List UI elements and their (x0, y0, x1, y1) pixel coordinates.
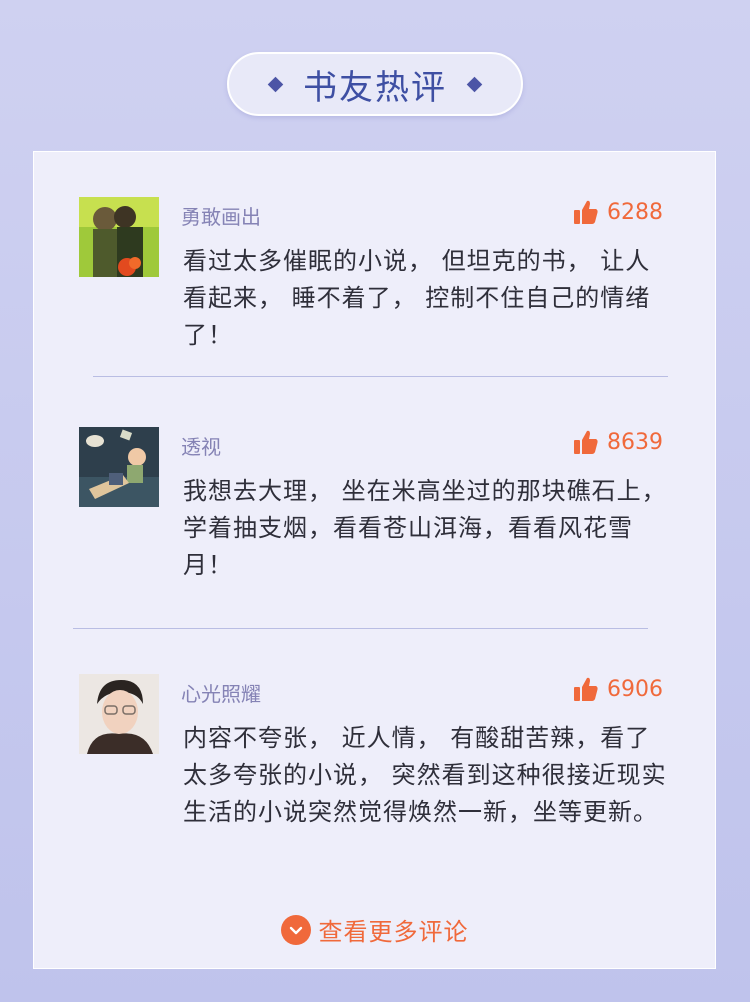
like-count: 6288 (607, 199, 663, 225)
like-count: 6906 (607, 676, 663, 702)
avatar[interactable] (79, 197, 159, 277)
view-more-comments-button[interactable]: 查看更多评论 (34, 912, 715, 947)
like-count: 8639 (607, 429, 663, 455)
thumbs-up-icon (574, 677, 598, 701)
comment-text: 我想去大理， 坐在米高坐过的那块礁石上，学着抽支烟，看看苍山洱海，看看风花雪月！ (183, 477, 667, 579)
section-title-pill: 书友热评 (227, 52, 523, 116)
thumbs-up-icon (574, 430, 598, 454)
divider (93, 376, 668, 377)
section-title: 书友热评 (303, 67, 447, 108)
view-more-label: 查看更多评论 (318, 918, 469, 946)
comment-text: 内容不夸张， 近人情， 有酸甜苦辣，看了太多夸张的小说， 突然看到这种很接近现实… (183, 724, 667, 826)
like-button[interactable]: 6288 (573, 199, 663, 225)
avatar[interactable] (79, 674, 159, 754)
diamond-icon (466, 76, 483, 92)
comments-card: 勇敢画出 6288 看过太多催眠的小说， 但坦克的书， 让人看起来， 睡不着了，… (33, 151, 716, 969)
diamond-icon (267, 76, 284, 92)
comment-username[interactable]: 勇敢画出 (181, 201, 261, 230)
comment-text: 看过太多催眠的小说， 但坦克的书， 让人看起来， 睡不着了， 控制不住自己的情绪… (183, 247, 651, 349)
like-button[interactable]: 6906 (573, 676, 663, 702)
avatar[interactable] (79, 427, 159, 507)
comment-username[interactable]: 透视 (181, 431, 221, 460)
like-button[interactable]: 8639 (573, 429, 663, 455)
chevron-down-circle-icon (280, 914, 311, 945)
thumbs-up-icon (574, 200, 598, 224)
divider (73, 628, 648, 629)
comment-username[interactable]: 心光照耀 (181, 678, 261, 707)
